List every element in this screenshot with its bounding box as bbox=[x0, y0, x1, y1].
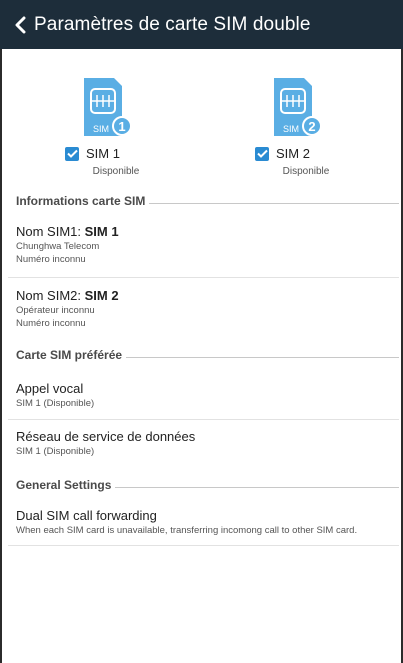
data-network-row[interactable]: Réseau de service de données SIM 1 (Disp… bbox=[16, 429, 399, 457]
section-divider bbox=[115, 486, 399, 488]
sim1-name-title: Nom SIM1: SIM 1 bbox=[16, 224, 399, 239]
sim-badge-number: 2 bbox=[308, 119, 315, 134]
chevron-left-icon bbox=[15, 16, 26, 33]
section-divider bbox=[149, 202, 399, 204]
section-divider bbox=[126, 356, 399, 358]
sim2-label: SIM 2 bbox=[276, 146, 310, 161]
sim2-checkbox-row[interactable]: SIM 2 bbox=[255, 146, 310, 161]
sim2-carrier: Opérateur inconnu bbox=[16, 305, 95, 316]
sim-card-icon: SIM 1 bbox=[84, 78, 132, 136]
section-title: Carte SIM préférée bbox=[16, 348, 123, 362]
back-button[interactable] bbox=[6, 0, 34, 49]
voice-call-row[interactable]: Appel vocal SIM 1 (Disponible) bbox=[16, 381, 399, 409]
page-title: Paramètres de carte SIM double bbox=[34, 13, 311, 35]
sim2-checkbox[interactable] bbox=[255, 146, 269, 161]
check-icon bbox=[66, 149, 78, 158]
sim1-number: Numéro inconnu bbox=[16, 254, 86, 265]
sim2-name-value: SIM 2 bbox=[84, 288, 119, 303]
sim-card-icon: SIM 2 bbox=[274, 78, 322, 136]
call-forwarding-subtitle: When each SIM card is unavailable, trans… bbox=[16, 525, 358, 536]
sim1-label: SIM 1 bbox=[86, 146, 120, 161]
row-divider bbox=[8, 277, 399, 278]
sim1-checkbox-row[interactable]: SIM 1 bbox=[65, 146, 120, 161]
sim2-name-prefix: Nom SIM2: bbox=[16, 288, 85, 303]
section-title: General Settings bbox=[16, 478, 112, 492]
sim-badge-number: 1 bbox=[118, 119, 125, 134]
sim2-name-title: Nom SIM2: SIM 2 bbox=[16, 288, 399, 303]
sim-card-1: SIM 1 SIM 1 Disponible bbox=[46, 76, 186, 180]
data-network-title: Réseau de service de données bbox=[16, 429, 196, 444]
call-forwarding-row[interactable]: Dual SIM call forwarding When each SIM c… bbox=[16, 508, 399, 536]
sim1-name-value: SIM 1 bbox=[84, 224, 119, 239]
section-header-preferred-sim: Carte SIM préférée bbox=[16, 347, 399, 363]
section-header-sim-info: Informations carte SIM bbox=[16, 193, 399, 209]
sim2-status: Disponible bbox=[282, 166, 330, 177]
row-divider bbox=[8, 419, 399, 420]
voice-call-title: Appel vocal bbox=[16, 381, 84, 396]
sim-card-2: SIM 2 SIM 2 Disponible bbox=[236, 76, 376, 180]
section-header-general: General Settings bbox=[16, 477, 399, 493]
data-network-subtitle: SIM 1 (Disponible) bbox=[16, 446, 95, 457]
app-bar: Paramètres de carte SIM double bbox=[0, 0, 403, 49]
sim-icon-label: SIM bbox=[283, 124, 299, 134]
sim-icon-label: SIM bbox=[93, 124, 109, 134]
sim1-name-row[interactable]: Nom SIM1: SIM 1 Chunghwa Telecom Numéro … bbox=[16, 224, 399, 265]
sim1-carrier: Chunghwa Telecom bbox=[16, 241, 100, 252]
sim1-status: Disponible bbox=[92, 166, 140, 177]
check-icon bbox=[256, 149, 268, 158]
sim1-name-prefix: Nom SIM1: bbox=[16, 224, 85, 239]
sim-cards-panel: SIM 1 SIM 1 Disponible SIM 2 SIM 2 Dispo… bbox=[0, 76, 403, 180]
call-forwarding-title: Dual SIM call forwarding bbox=[16, 508, 157, 523]
voice-call-subtitle: SIM 1 (Disponible) bbox=[16, 398, 95, 409]
sim1-checkbox[interactable] bbox=[65, 146, 79, 161]
section-title: Informations carte SIM bbox=[16, 194, 146, 208]
sim2-name-row[interactable]: Nom SIM2: SIM 2 Opérateur inconnu Numéro… bbox=[16, 288, 399, 329]
row-divider bbox=[8, 545, 399, 546]
sim2-number: Numéro inconnu bbox=[16, 318, 86, 329]
